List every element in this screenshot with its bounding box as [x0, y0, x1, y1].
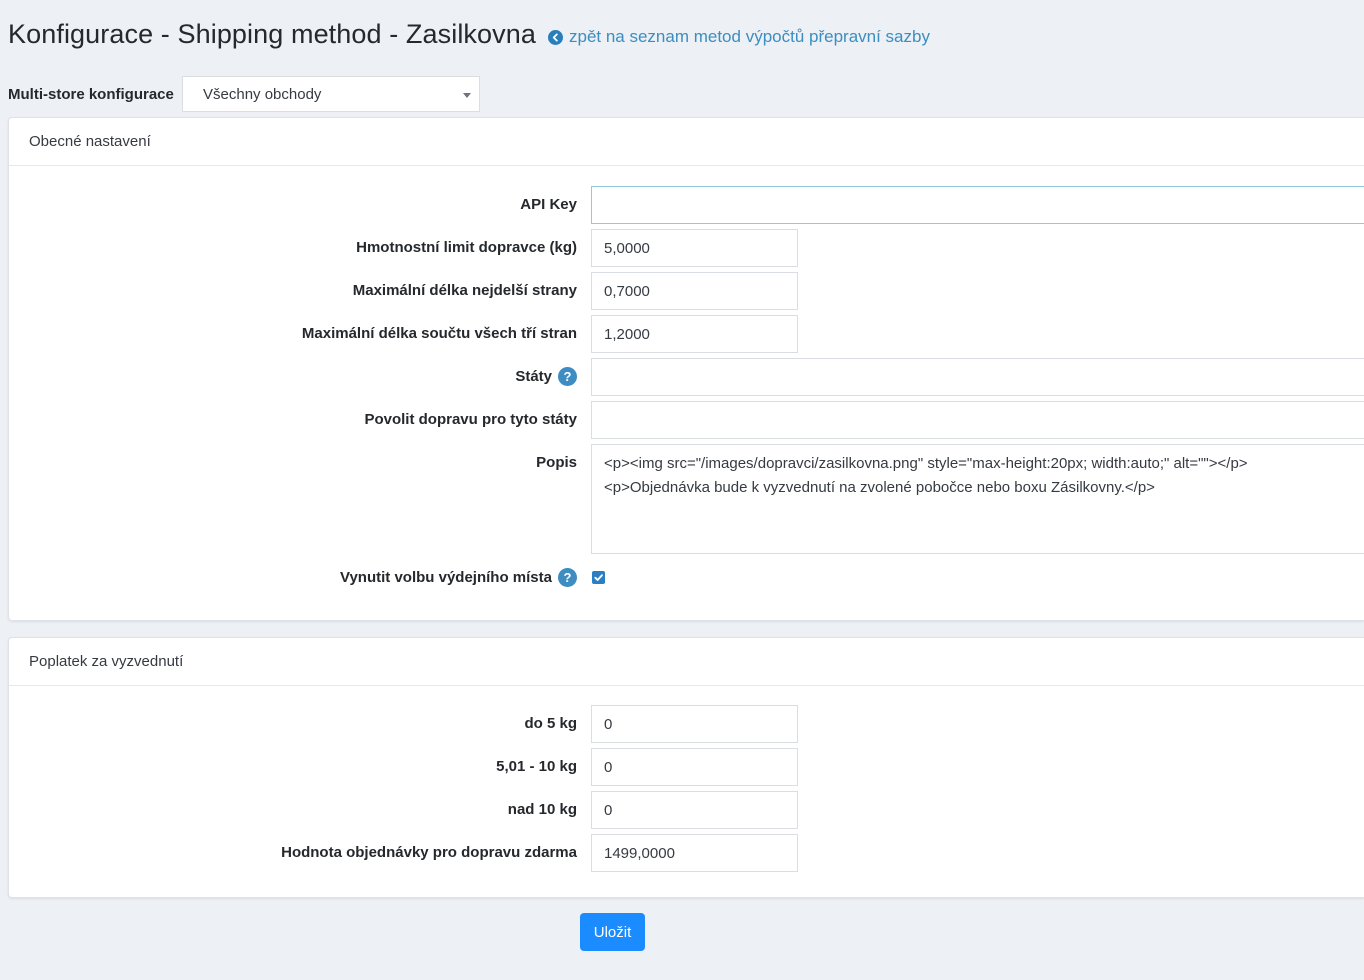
free-shipping-value-label: Hodnota objednávky pro dopravu zdarma — [281, 844, 577, 861]
back-to-list-link[interactable]: zpět na seznam metod výpočtů přepravní s… — [547, 27, 930, 47]
multistore-config: Multi-store konfigurace Všechny obchody — [8, 74, 480, 114]
pickup-fee-heading: Poplatek za vyzvednutí — [9, 638, 1364, 686]
over-10kg-input[interactable] — [591, 791, 798, 829]
allowed-states-label: Povolit dopravu pro tyto státy — [364, 411, 577, 428]
multistore-select[interactable]: Všechny obchody — [182, 76, 480, 112]
arrow-left-circle-icon — [547, 29, 563, 45]
force-pickup-label-group: Vynutit volbu výdejního místa ? — [340, 568, 577, 587]
allowed-states-input[interactable] — [591, 401, 1364, 439]
over-10kg-label: nad 10 kg — [507, 801, 577, 818]
weight-limit-label: Hmotnostní limit dopravce (kg) — [356, 239, 577, 256]
max-longest-side-label: Maximální délka nejdelší strany — [352, 282, 577, 299]
force-pickup-checkbox[interactable] — [592, 571, 605, 584]
max-longest-side-input[interactable] — [591, 272, 798, 310]
general-settings-heading: Obecné nastavení — [9, 118, 1364, 166]
multistore-label: Multi-store konfigurace — [8, 85, 174, 103]
max-sum-sides-label: Maximální délka součtu všech tří stran — [301, 325, 577, 342]
api-key-input[interactable] — [591, 186, 1364, 224]
up-to-5kg-input[interactable] — [591, 705, 798, 743]
5-to-10kg-input[interactable] — [591, 748, 798, 786]
weight-limit-input[interactable] — [591, 229, 798, 267]
description-textarea[interactable]: <p><img src="/images/dopravci/zasilkovna… — [591, 444, 1364, 554]
api-key-label: API Key — [520, 196, 577, 213]
page-header: Konfigurace - Shipping method - Zasilkov… — [8, 14, 930, 54]
multistore-selected-value: Všechny obchody — [203, 86, 322, 103]
force-pickup-label: Vynutit volbu výdejního místa — [340, 569, 552, 586]
general-settings-panel: Obecné nastavení API Key Hmotnostní limi… — [8, 117, 1364, 621]
states-label: Státy — [515, 368, 552, 385]
max-sum-sides-input[interactable] — [591, 315, 798, 353]
caret-down-icon — [463, 93, 471, 98]
description-label: Popis — [536, 454, 577, 471]
states-input[interactable] — [591, 358, 1364, 396]
5-to-10kg-label: 5,01 - 10 kg — [496, 758, 577, 775]
states-label-group: Státy ? — [515, 367, 577, 386]
checkmark-icon — [594, 574, 603, 581]
save-button[interactable]: Uložit — [580, 913, 645, 951]
free-shipping-value-input[interactable] — [591, 834, 798, 872]
help-question-icon[interactable]: ? — [558, 568, 577, 587]
help-question-icon[interactable]: ? — [558, 367, 577, 386]
pickup-fee-panel: Poplatek za vyzvednutí do 5 kg 5,01 - 10… — [8, 637, 1364, 898]
page-title: Konfigurace - Shipping method - Zasilkov… — [8, 18, 536, 49]
back-link-label: zpět na seznam metod výpočtů přepravní s… — [568, 27, 930, 46]
up-to-5kg-label: do 5 kg — [524, 715, 577, 732]
